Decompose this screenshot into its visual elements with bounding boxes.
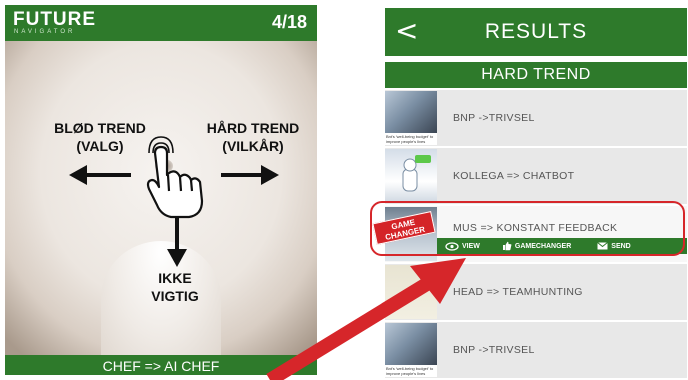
pointer-arrow-overlay: [266, 258, 466, 380]
arrow-up-right-icon: [266, 258, 466, 380]
